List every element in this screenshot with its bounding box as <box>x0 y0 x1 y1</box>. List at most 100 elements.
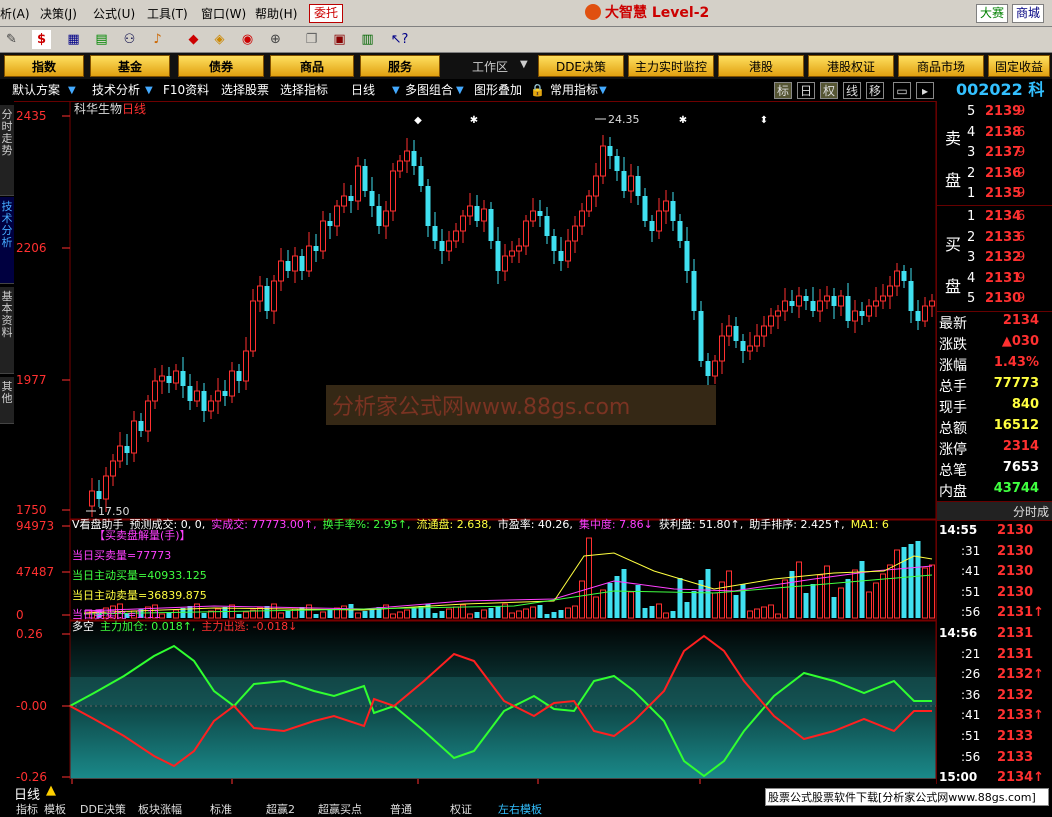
shangcheng-button[interactable]: 商城 <box>1012 4 1044 23</box>
multi-chart-button[interactable]: 多图组合 <box>405 82 453 99</box>
diamond-icon[interactable]: ◈ <box>210 30 229 49</box>
cross-icon[interactable]: ⊕ <box>266 30 285 49</box>
nav-service-button[interactable]: 服务 <box>360 55 440 77</box>
period-button[interactable]: 日线 <box>351 82 375 99</box>
toggle-biao[interactable]: 标 <box>774 82 792 99</box>
tech-analysis-dropdown[interactable]: 技术分析 <box>92 82 140 99</box>
bottom-tab[interactable]: DDE决策 <box>80 801 126 817</box>
period-dropdown-icon[interactable]: ▼ <box>392 82 400 99</box>
orderbook-row[interactable]: 4 2138 6 <box>937 125 1052 145</box>
tab-other[interactable]: 其他 <box>0 377 14 424</box>
volume-bar-up <box>509 612 515 619</box>
bottom-tab[interactable]: 超赢2 <box>266 801 295 817</box>
nav-index-button[interactable]: 指数 <box>4 55 84 77</box>
nav-monitor-button[interactable]: 主力实时监控 <box>628 55 714 77</box>
weituo-button[interactable]: 委托 <box>309 4 343 23</box>
select-indicator-button[interactable]: 选择指标 <box>280 82 328 99</box>
nav-fixed-income-button[interactable]: 固定收益 <box>988 55 1050 77</box>
nav-hk-button[interactable]: 港股 <box>718 55 804 77</box>
warning-icon[interactable]: ◆ <box>184 30 203 49</box>
copy-icon[interactable]: ❐ <box>302 30 321 49</box>
bottom-tab[interactable]: 普通 <box>390 801 412 817</box>
multi-chart-dropdown-icon[interactable]: ▼ <box>456 82 464 99</box>
nav-commodity-market-button[interactable]: 商品市场 <box>898 55 984 77</box>
circle-icon[interactable]: ◉ <box>238 30 257 49</box>
nav-dde-button[interactable]: DDE决策 <box>538 55 624 77</box>
money-icon[interactable]: ▦ <box>64 30 83 49</box>
candle-down <box>313 246 319 251</box>
orderbook-row[interactable]: 1 2135 9 <box>937 186 1052 206</box>
scheme-dropdown[interactable]: 默认方案 <box>12 82 60 99</box>
toggle-ri[interactable]: 日 <box>797 82 815 99</box>
bell-icon[interactable]: ♪ <box>148 30 167 49</box>
tab-intraday[interactable]: 分时走势 <box>0 105 14 196</box>
period-up-icon[interactable]: ▲ <box>46 783 56 798</box>
menu-tools[interactable]: 工具(T) <box>147 5 188 22</box>
menu-analysis[interactable]: 析(A) <box>0 5 30 22</box>
binoculars-icon[interactable]: ⚇ <box>120 30 139 49</box>
toggle-yi[interactable]: 移 <box>866 82 884 99</box>
nav-bond-button[interactable]: 债券 <box>178 55 264 77</box>
select-stock-button[interactable]: 选择股票 <box>221 82 269 99</box>
orderbook-row[interactable]: 4 2131 9 <box>937 271 1052 291</box>
f10-button[interactable]: F10资料 <box>163 82 209 99</box>
tick-row[interactable]: 14:55 2130 <box>937 523 1052 543</box>
chart-area[interactable]: 2435 2206 1977 1750 ◆ ✱ ✱ ⬍ 科华生物 日线 24.35 17.5… <box>14 101 936 784</box>
orderbook-row[interactable]: 2 2133 6 <box>937 230 1052 250</box>
expand-icon[interactable]: ▸ <box>916 82 934 99</box>
bottom-tab[interactable]: 标准 <box>210 801 232 817</box>
tick-row[interactable]: :56 2133 <box>937 750 1052 770</box>
tick-row[interactable]: :51 2133 <box>937 729 1052 749</box>
toggle-quan[interactable]: 权 <box>820 82 838 99</box>
help-cursor-icon[interactable]: ↖? <box>390 30 409 49</box>
bottom-tab[interactable]: 超赢买点 <box>318 801 362 817</box>
menu-window[interactable]: 窗口(W) <box>201 5 246 22</box>
orderbook-row[interactable]: 5 2139 9 <box>937 104 1052 124</box>
orderbook-row[interactable]: 3 2132 9 <box>937 250 1052 270</box>
bottom-tab[interactable]: 模板 <box>44 801 66 817</box>
tick-row[interactable]: :41 2130 <box>937 564 1052 584</box>
grid-icon[interactable]: ▤ <box>92 30 111 49</box>
workarea-dropdown-icon[interactable]: ▼ <box>520 59 528 70</box>
window-icon[interactable]: ▣ <box>330 30 349 49</box>
tick-row[interactable]: :31 2130 <box>937 544 1052 564</box>
common-indicator-button[interactable]: 常用指标 <box>550 82 598 99</box>
nav-commodity-button[interactable]: 商品 <box>270 55 354 77</box>
scheme-dropdown-icon[interactable]: ▼ <box>68 82 76 99</box>
menu-help[interactable]: 帮助(H) <box>255 5 297 22</box>
common-indicator-dropdown-icon[interactable]: ▼ <box>599 82 607 99</box>
orderbook-row[interactable]: 3 2137 9 <box>937 145 1052 165</box>
bottom-tab[interactable]: 指标 <box>16 801 38 817</box>
layout-icon[interactable]: ▭ <box>893 82 911 99</box>
dollar-icon[interactable]: $ <box>32 30 51 49</box>
tick-row[interactable]: :36 2132 <box>937 688 1052 708</box>
candle-up <box>719 335 725 362</box>
lock-icon[interactable]: 🔒 <box>530 82 545 99</box>
tick-row[interactable]: 14:56 2131 <box>937 626 1052 646</box>
tick-row[interactable]: :56 2131↑ <box>937 605 1052 625</box>
tick-row[interactable]: :41 2133↑ <box>937 708 1052 728</box>
toggle-xian[interactable]: 线 <box>843 82 861 99</box>
orderbook-row[interactable]: 2 2136 9 <box>937 166 1052 186</box>
tick-row[interactable]: :26 2132↑ <box>937 667 1052 687</box>
tech-dropdown-icon[interactable]: ▼ <box>145 82 153 99</box>
books-icon[interactable]: ▥ <box>358 30 377 49</box>
nav-hk-warrant-button[interactable]: 港股权证 <box>808 55 894 77</box>
download-bar[interactable]: 股票公式股票软件下载[分析家公式网www.88gs.com] <box>765 788 1049 806</box>
pencil-icon[interactable]: ✎ <box>2 30 21 49</box>
bottom-tab[interactable]: 板块涨幅 <box>138 801 182 817</box>
orderbook-row[interactable]: 5 2130 9 <box>937 291 1052 311</box>
dasai-button[interactable]: 大赛 <box>976 4 1008 23</box>
menu-formula[interactable]: 公式(U) <box>93 5 135 22</box>
bottom-tab[interactable]: 权证 <box>450 801 472 817</box>
orderbook-row[interactable]: 1 2134 6 <box>937 209 1052 229</box>
tab-fundamentals[interactable]: 基本资料 <box>0 287 14 374</box>
overlay-button[interactable]: 图形叠加 <box>474 82 522 99</box>
nav-fund-button[interactable]: 基金 <box>90 55 170 77</box>
tab-technical[interactable]: 技术分析 <box>0 197 14 284</box>
bottom-tab[interactable]: 左右模板 <box>498 801 542 817</box>
menu-decision[interactable]: 决策(J) <box>40 5 77 22</box>
tick-row[interactable]: :51 2130 <box>937 585 1052 605</box>
tick-row[interactable]: :21 2131 <box>937 647 1052 667</box>
tick-list[interactable]: 14:55 2130:31 2130:41 2130:51 2130:56 2131↑ 14… <box>937 523 1052 793</box>
